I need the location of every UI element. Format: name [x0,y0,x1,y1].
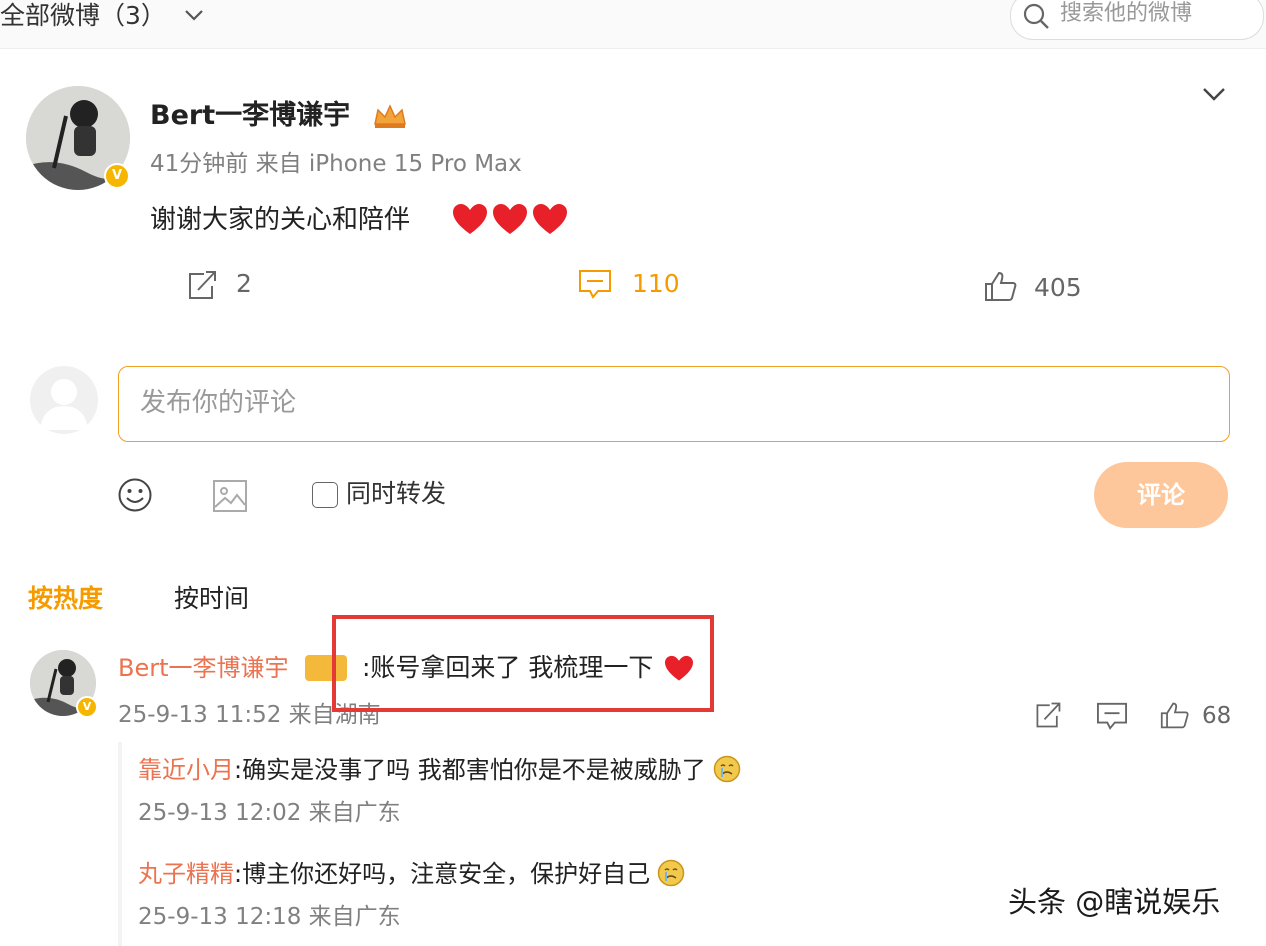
reply-item: 丸子精精:博主你还好吗，注意安全，保护好自己 25-9-13 12:18 来自广… [138,858,838,938]
crown-icon [374,104,406,128]
emoji-icon[interactable] [117,477,153,513]
comment-repost-icon[interactable] [1032,700,1064,730]
comment-reply-icon[interactable] [1096,701,1128,731]
search-input[interactable]: 搜索他的微博 [1060,0,1192,28]
also-repost-checkbox[interactable] [312,482,338,508]
tab-sort-time[interactable]: 按时间 [174,582,249,616]
image-icon[interactable] [212,478,248,514]
heart-icon [453,204,487,234]
search-icon [1023,3,1049,29]
reply-time: 25-9-13 12:02 来自广东 [138,800,401,826]
comment-count: 110 [632,269,680,298]
reply-time: 25-9-13 12:18 来自广东 [138,904,401,930]
comment-toggle-button[interactable]: 110 [578,268,688,304]
submit-comment-button[interactable]: 评论 [1094,462,1228,528]
comment-author-name[interactable]: Bert一李博谦宇 [118,652,289,684]
reply-body: :博主你还好吗，注意安全，保护好自己 [234,860,651,888]
repost-button[interactable]: 2 [184,268,264,304]
like-count: 405 [1034,273,1082,302]
reply-thread-line [118,742,122,946]
tab-sort-hot[interactable]: 按热度 [28,582,103,616]
hearts-emoji [453,204,567,234]
like-button[interactable]: 405 [984,270,1084,306]
highlight-frame [332,615,714,712]
comment-icon [579,270,611,299]
verified-icon: V [76,696,98,718]
heart-icon [493,204,527,234]
watermark: 头条 @瞎说娱乐 [1008,885,1221,919]
post-menu-chevron-icon[interactable] [1200,82,1228,106]
reply-author-name[interactable]: 丸子精精 [138,860,234,888]
crying-emoji-icon [713,755,741,783]
repost-icon [189,271,216,299]
chevron-down-icon[interactable] [182,5,206,25]
post-author-name[interactable]: Bert一李博谦宇 [150,96,350,136]
repost-count: 2 [236,269,252,298]
like-icon [985,271,1017,301]
comment-like-icon[interactable] [1160,700,1190,730]
reply-body: :确实是没事了吗 我都害怕你是不是被威胁了 [234,756,706,784]
reply-item: 靠近小月:确实是没事了吗 我都害怕你是不是被威胁了 25-9-13 12:02 … [138,754,838,834]
crying-emoji-icon [657,859,685,887]
post-body: 谢谢大家的关心和陪伴 [150,205,411,235]
heart-icon [533,204,567,234]
comment-input-placeholder: 发布你的评论 [140,388,297,418]
comment-like-count: 68 [1202,703,1232,729]
also-repost-label: 同时转发 [346,479,447,508]
feed-filter-title[interactable]: 全部微博（3） [0,0,166,32]
post-meta: 41分钟前 来自 iPhone 15 Pro Max [150,151,522,177]
reply-author-name[interactable]: 靠近小月 [138,756,234,784]
my-avatar [30,366,98,434]
default-avatar-icon [40,379,88,430]
verified-icon: V [104,163,130,189]
